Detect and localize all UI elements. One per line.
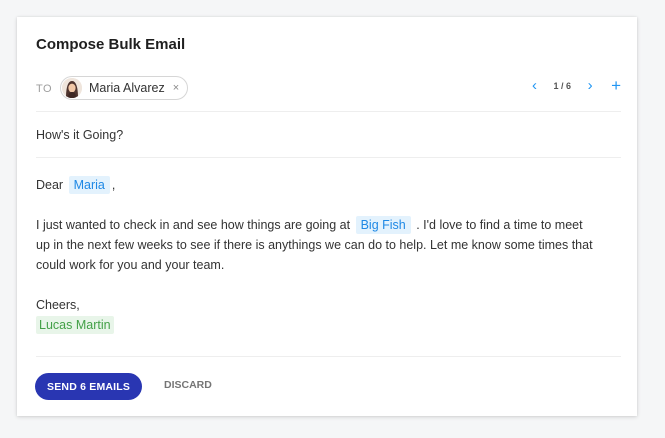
compose-footer: SEND 6 EMAILS DISCARD xyxy=(35,356,621,417)
recipient-name: Maria Alvarez xyxy=(89,81,165,95)
merge-tag-company[interactable]: Big Fish xyxy=(355,216,411,234)
signature-line: Lucas Martin xyxy=(36,315,596,335)
recipient-pagination: ‹ 1 / 6 › + xyxy=(528,77,621,94)
body-paragraph: I just wanted to check in and see how th… xyxy=(36,215,596,275)
greeting-line: Dear Maria, xyxy=(36,175,596,195)
to-label: TO xyxy=(36,83,53,95)
recipient-row: TO Maria Alvarez × ‹ 1 / 6 › + xyxy=(36,75,621,112)
send-emails-button[interactable]: SEND 6 EMAILS xyxy=(35,373,143,400)
merge-tag-first-name[interactable]: Maria xyxy=(68,176,110,194)
person-avatar-icon xyxy=(62,78,82,98)
subject-field[interactable]: How's it Going? xyxy=(36,128,123,142)
compose-card: Compose Bulk Email TO Maria Alvarez × ‹ … xyxy=(17,17,637,416)
discard-button[interactable]: DISCARD xyxy=(164,379,212,391)
paragraph-text-start: I just wanted to check in and see how th… xyxy=(36,218,351,232)
greeting-text: Dear xyxy=(36,178,64,192)
add-recipient-icon[interactable]: + xyxy=(611,77,621,94)
email-body[interactable]: Dear Maria, I just wanted to check in an… xyxy=(36,175,596,335)
recipient-chip[interactable]: Maria Alvarez × xyxy=(60,76,189,100)
greeting-comma: , xyxy=(111,178,116,192)
avatar xyxy=(62,78,82,98)
remove-recipient-icon[interactable]: × xyxy=(173,82,179,94)
chevron-right-icon[interactable]: › xyxy=(583,77,597,94)
chevron-left-icon[interactable]: ‹ xyxy=(528,77,542,94)
signoff: Cheers, xyxy=(36,298,80,312)
page-count: 1 / 6 xyxy=(553,80,572,91)
signature-tag[interactable]: Lucas Martin xyxy=(36,316,114,334)
compose-title: Compose Bulk Email xyxy=(36,36,186,53)
subject-row[interactable]: How's it Going? xyxy=(36,111,621,158)
